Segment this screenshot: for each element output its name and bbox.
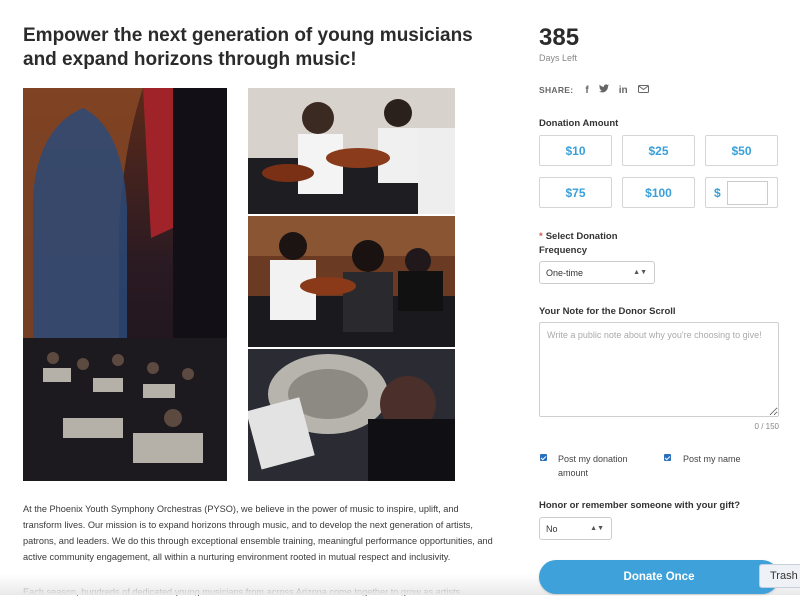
campaign-description: At the Phoenix Youth Symphony Orchestras…: [23, 504, 493, 562]
amount-25-button[interactable]: $25: [622, 135, 695, 166]
donor-note-label: Your Note for the Donor Scroll: [539, 306, 676, 317]
required-asterisk: *: [539, 231, 543, 242]
post-name-label: Post my name: [683, 454, 741, 464]
amount-10-button[interactable]: $10: [539, 135, 612, 166]
share-label: SHARE:: [539, 85, 574, 95]
share-bar: SHARE: f in: [539, 84, 649, 96]
days-left-count: 385: [539, 24, 580, 51]
post-amount-checkbox[interactable]: [540, 454, 547, 461]
trash-button[interactable]: Trash: [759, 564, 800, 588]
campaign-headline: Empower the next generation of young mus…: [23, 25, 473, 70]
donate-once-button[interactable]: Donate Once: [539, 560, 779, 594]
select-arrows-icon: ▲▼: [590, 525, 604, 532]
donor-note-textarea[interactable]: [539, 322, 779, 417]
custom-amount-prefix: $: [714, 185, 721, 200]
orchestra-hall-photo: [23, 88, 227, 481]
select-arrows-icon: ▲▼: [633, 269, 647, 276]
post-amount-label: Post my donation amount: [558, 454, 628, 478]
note-char-counter: 0 / 150: [754, 422, 779, 431]
campaign-description-continued: Each season, hundreds of dedicated young…: [23, 587, 461, 596]
frequency-label-text: Select Donation Frequency: [539, 231, 618, 256]
custom-amount-box: $: [705, 177, 778, 208]
post-name-checkbox[interactable]: [664, 454, 671, 461]
frequency-select-value: One-time: [546, 267, 584, 278]
frequency-select[interactable]: One-time ▲▼: [539, 261, 655, 284]
tuba-player-photo: [248, 349, 455, 481]
honor-select[interactable]: No ▲▼: [539, 517, 612, 540]
donation-amount-label: Donation Amount: [539, 118, 619, 129]
twitter-icon[interactable]: [598, 84, 609, 96]
violinists-photo: [248, 88, 455, 214]
string-section-photo: [248, 216, 455, 347]
days-left-label: Days Left: [539, 53, 578, 63]
amount-75-button[interactable]: $75: [539, 177, 612, 208]
linkedin-icon[interactable]: in: [619, 85, 628, 96]
frequency-label: * Select Donation Frequency: [539, 230, 639, 258]
custom-amount-input[interactable]: [726, 180, 768, 205]
amount-100-button[interactable]: $100: [622, 177, 695, 208]
honor-select-value: No: [546, 523, 558, 534]
amount-50-button[interactable]: $50: [705, 135, 778, 166]
honor-label: Honor or remember someone with your gift…: [539, 500, 741, 511]
email-icon[interactable]: [637, 84, 649, 96]
facebook-icon[interactable]: f: [585, 85, 588, 96]
